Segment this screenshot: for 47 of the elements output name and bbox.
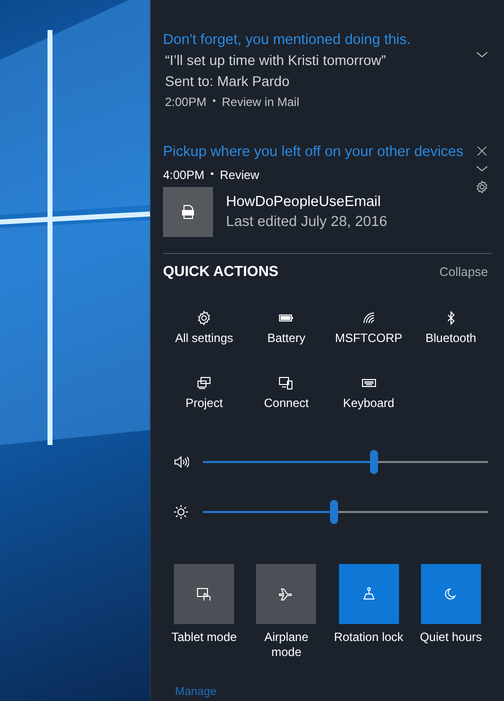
sun-icon — [173, 504, 189, 520]
settings-icon — [475, 180, 489, 194]
monitor-phone-icon — [278, 375, 294, 391]
notification-time: 4:00PM — [163, 167, 204, 184]
quick-action-button[interactable]: Connect — [245, 375, 328, 410]
quick-action-tile[interactable] — [420, 564, 481, 624]
close-icon — [475, 144, 489, 158]
quick-action-button[interactable]: Keyboard — [328, 375, 410, 410]
quick-action-button[interactable]: Project — [163, 375, 246, 410]
quick-action-button[interactable]: All settings — [163, 310, 246, 345]
quick-action-tile[interactable] — [256, 564, 316, 624]
notification-title: Pickup where you left off on your other devices — [163, 143, 464, 162]
rotation-icon — [360, 586, 377, 602]
notification-text: Sent to: Mark Pardo — [164, 72, 291, 91]
close-button[interactable] — [475, 144, 489, 158]
section-title: QUICK ACTIONS — [163, 264, 278, 280]
notification-source-link[interactable]: Review in Mail — [222, 92, 300, 112]
volume-slider[interactable] — [203, 450, 488, 474]
slider-thumb[interactable] — [370, 450, 378, 474]
notification-text: “I’ll set up time with Kristi tomorrow” — [164, 51, 387, 70]
collapse-link[interactable]: Collapse — [439, 265, 492, 279]
tile-label: Airplane mode — [263, 630, 310, 660]
screens-icon — [196, 375, 212, 391]
settings-button[interactable] — [475, 180, 489, 194]
tablet-hand-icon — [196, 586, 212, 602]
airplane-icon — [278, 586, 294, 602]
tile-label: Quiet hours — [418, 630, 483, 645]
wifi-icon — [360, 310, 377, 326]
tile-label: Tablet mode — [170, 630, 238, 645]
moon-icon — [442, 586, 459, 602]
tile-label: Rotation lock — [332, 630, 404, 645]
quick-action-button[interactable]: MSFTCORP — [328, 310, 410, 345]
file-name[interactable]: HowDoPeopleUseEmail — [226, 192, 388, 212]
notification-title: Don't forget, you mentioned doing this. — [163, 31, 412, 50]
separator-dot: • — [210, 168, 214, 182]
quick-action-tile[interactable] — [174, 564, 234, 624]
quick-action-tile[interactable] — [338, 564, 399, 624]
slider-thumb[interactable] — [330, 500, 338, 524]
quick-action-button[interactable]: Bluetooth — [410, 310, 492, 345]
settings-icon — [196, 310, 212, 326]
notification-source-link[interactable]: Review — [220, 165, 260, 185]
quick-action-button[interactable]: Battery — [245, 310, 328, 345]
speaker-icon — [173, 454, 189, 470]
file-edited-date: Last edited July 28, 2016 — [226, 213, 388, 232]
notification-time: 2:00PM — [165, 94, 206, 111]
separator-dot: • — [212, 95, 216, 109]
brightness-slider[interactable] — [203, 500, 488, 524]
